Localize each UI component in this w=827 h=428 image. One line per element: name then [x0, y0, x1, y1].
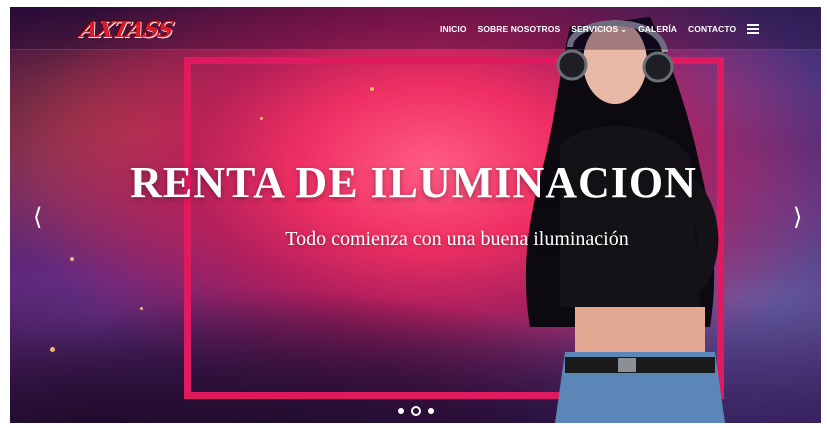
hero-headline: RENTA DE ILUMINACION [130, 158, 697, 207]
nav-item-sobre-nosotros[interactable]: SOBRE NOSOTROS [478, 24, 561, 34]
light-sparkle [140, 307, 143, 310]
main-menu: INICIO SOBRE NOSOTROS SERVICIOS ⌄ GALERÍ… [440, 21, 760, 37]
chevron-right-icon[interactable]: ⟩ [793, 205, 802, 229]
slide-dot-active[interactable] [411, 406, 421, 416]
chevron-down-icon: ⌄ [620, 24, 628, 34]
brand-logo[interactable]: AXTASS [77, 13, 176, 45]
slide-dot[interactable] [398, 408, 404, 414]
nav-item-galeria[interactable]: GALERÍA [638, 24, 677, 34]
top-navigation-bar: AXTASS INICIO SOBRE NOSOTROS SERVICIOS ⌄… [10, 7, 821, 50]
dj-woman-image [525, 17, 725, 423]
nav-item-servicios[interactable]: SERVICIOS ⌄ [571, 24, 627, 34]
nav-item-inicio[interactable]: INICIO [440, 24, 467, 34]
logo-wordmark: AXTASS [77, 17, 176, 43]
light-sparkle [50, 347, 55, 352]
hero-slider: AXTASS INICIO SOBRE NOSOTROS SERVICIOS ⌄… [10, 7, 821, 423]
slider-pagination [398, 406, 441, 416]
nav-item-contacto[interactable]: CONTACTO [688, 24, 736, 34]
slide-dot[interactable] [428, 408, 434, 414]
nav-item-servicios-label: SERVICIOS [571, 24, 619, 34]
chevron-left-icon[interactable]: ⟨ [33, 205, 42, 229]
hero-subheadline: Todo comienza con una buena iluminación [285, 228, 629, 250]
hamburger-icon[interactable] [747, 24, 760, 34]
light-sparkle [70, 257, 74, 261]
